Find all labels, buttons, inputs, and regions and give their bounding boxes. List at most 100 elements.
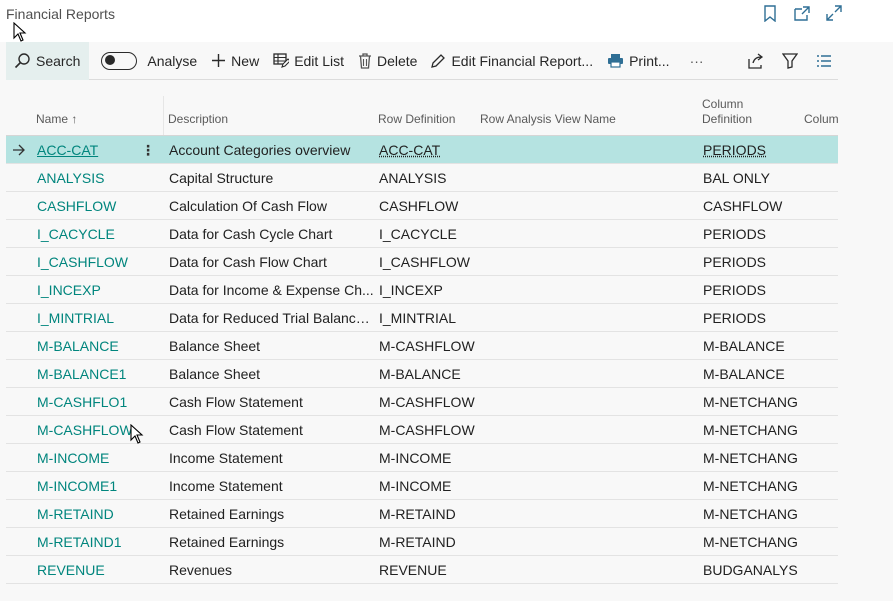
row-definition-value: M-BALANCE	[379, 366, 461, 382]
report-name-link[interactable]: M-RETAIND	[37, 500, 137, 528]
expand-icon[interactable]	[825, 4, 843, 22]
row-actions-icon[interactable]: ⋮	[140, 136, 156, 164]
report-description: Income Statement	[169, 450, 283, 466]
table-row[interactable]: ANALYSIS Capital Structure ANALYSIS BAL ONL…	[6, 164, 838, 192]
filter-icon[interactable]	[780, 51, 800, 71]
more-options-button[interactable]: ···	[683, 42, 711, 80]
delete-button[interactable]: Delete	[351, 42, 424, 80]
report-description: Capital Structure	[169, 170, 274, 186]
table-row[interactable]: M-RETAIND Retained Earnings M-RETAIND M-NET…	[6, 500, 838, 528]
report-description: Data for Cash Flow Chart	[169, 254, 327, 270]
report-name-link[interactable]: M-CASHFLOW	[37, 416, 137, 444]
row-analysis-view-value	[480, 332, 700, 360]
report-name-link[interactable]: I_CACYCLE	[37, 220, 137, 248]
table-row[interactable]: M-BALANCE Balance Sheet M-CASHFLOW M-BALANC…	[6, 332, 838, 360]
column-header-column-definition[interactable]: Column Definition	[702, 97, 752, 127]
table-row[interactable]: CASHFLOW Calculation Of Cash Flow CASHFLOW…	[6, 192, 838, 220]
table-row[interactable]: I_MINTRIAL Data for Reduced Trial Balance…	[6, 304, 838, 332]
row-analysis-view-value	[480, 164, 700, 192]
trash-icon	[359, 52, 371, 69]
column-header-truncated[interactable]: Colum	[804, 112, 839, 127]
report-description: Revenues	[169, 562, 233, 578]
report-description: Data for Cash Cycle Chart	[169, 226, 333, 242]
column-header-column-definition-line2: Definition	[702, 112, 753, 126]
table-row[interactable]: M-RETAIND1 Retained Earnings M-RETAIND M-NE…	[6, 528, 838, 556]
column-header-description[interactable]: Description	[168, 112, 228, 127]
report-name-link[interactable]: ANALYSIS	[37, 164, 137, 192]
report-description: Cash Flow Statement	[169, 394, 303, 410]
report-name-link[interactable]: CASHFLOW	[37, 192, 137, 220]
report-description: Retained Earnings	[169, 506, 285, 522]
table-row[interactable]: M-CASHFLO1 Cash Flow Statement M-CASHFLOW M…	[6, 388, 838, 416]
row-definition-value: M-RETAIND	[379, 534, 456, 550]
report-name-link[interactable]: M-INCOME	[37, 444, 137, 472]
table-row[interactable]: I_CACYCLE Data for Cash Cycle Chart I_CACY…	[6, 220, 838, 248]
list-view-icon[interactable]	[814, 51, 834, 71]
row-analysis-view-value	[480, 304, 700, 332]
search-button[interactable]: Search	[6, 41, 90, 80]
row-definition-value: I_CASHFLOW	[379, 254, 471, 270]
page-header: Financial Reports	[0, 0, 893, 42]
report-name-link[interactable]: M-RETAIND1	[37, 528, 137, 556]
column-definition-value: PERIODS	[703, 226, 767, 242]
search-icon	[14, 53, 30, 69]
report-description: Data for Income & Expense Ch...	[169, 282, 374, 298]
report-name-link[interactable]: I_MINTRIAL	[37, 304, 137, 332]
column-definition-value: M-NETCHANG	[703, 450, 798, 466]
share-icon[interactable]	[746, 51, 766, 71]
table-row[interactable]: ⋮ ACC-CAT Account Categories overview ACC-C…	[6, 136, 838, 164]
row-analysis-view-value	[480, 248, 700, 276]
table-row[interactable]: I_INCEXP Data for Income & Expense Ch... I…	[6, 276, 838, 304]
new-button[interactable]: New	[204, 42, 266, 80]
table-row[interactable]: I_CASHFLOW Data for Cash Flow Chart I_CASH…	[6, 248, 838, 276]
row-definition-value: M-CASHFLOW	[379, 338, 475, 354]
edit-list-button[interactable]: Edit List	[266, 42, 351, 80]
table-row[interactable]: M-BALANCE1 Balance Sheet M-BALANCE M-BALANC…	[6, 360, 838, 388]
report-name-link[interactable]: M-INCOME1	[37, 472, 137, 500]
column-definition-value: BAL ONLY	[703, 170, 770, 186]
column-header-name[interactable]: Name ↑	[36, 112, 77, 127]
bookmark-icon[interactable]	[761, 4, 779, 22]
report-name-link[interactable]: REVENUE	[37, 556, 137, 584]
edit-financial-report-label: Edit Financial Report...	[451, 52, 594, 69]
column-header-row-definition[interactable]: Row Definition	[378, 112, 455, 127]
column-definition-value: M-NETCHANG	[703, 394, 798, 410]
report-name-link[interactable]: ACC-CAT	[37, 136, 137, 164]
row-definition-value: M-CASHFLOW	[379, 394, 475, 410]
page-title: Financial Reports	[6, 6, 115, 22]
table-row[interactable]: REVENUE Revenues REVENUE BUDGANALYS	[6, 556, 838, 584]
report-name-link[interactable]: I_CASHFLOW	[37, 248, 137, 276]
mouse-cursor-icon	[13, 22, 27, 42]
edit-list-icon	[273, 53, 290, 68]
column-divider	[163, 96, 164, 135]
report-name-link[interactable]: M-BALANCE	[37, 332, 137, 360]
row-definition-value: M-RETAIND	[379, 506, 456, 522]
report-description: Retained Earnings	[169, 534, 285, 550]
open-new-window-icon[interactable]	[793, 4, 811, 22]
toggle-switch[interactable]	[101, 51, 138, 70]
column-header-row-analysis-view-name[interactable]: Row Analysis View Name	[480, 112, 616, 127]
report-name-link[interactable]: I_INCEXP	[37, 276, 137, 304]
more-label: ···	[689, 52, 704, 69]
report-name-link[interactable]: M-BALANCE1	[37, 360, 137, 388]
edit-financial-report-button[interactable]: Edit Financial Report...	[424, 42, 600, 80]
row-analysis-view-value	[480, 500, 700, 528]
table-row[interactable]: M-INCOME1 Income Statement M-INCOME M-NETCH…	[6, 472, 838, 500]
table-row[interactable]: M-INCOME Income Statement M-INCOME M-NETCHA…	[6, 444, 838, 472]
column-definition-value: M-BALANCE	[703, 366, 785, 382]
report-name-link[interactable]: M-CASHFLO1	[37, 388, 137, 416]
row-definition-value: I_INCEXP	[379, 282, 443, 298]
report-description: Data for Reduced Trial Balance ...	[169, 310, 375, 326]
row-selected-arrow-icon	[12, 136, 30, 164]
analyse-toggle[interactable]: Analyse	[94, 42, 204, 80]
print-button[interactable]: Print...	[600, 42, 676, 80]
grid-header: Name ↑ Description Row Definition Row An…	[6, 88, 839, 136]
column-definition-value: M-BALANCE	[703, 338, 785, 354]
row-definition-value: I_CACYCLE	[379, 226, 457, 242]
printer-icon	[608, 54, 624, 68]
report-description: Balance Sheet	[169, 338, 261, 354]
pencil-icon	[431, 54, 446, 68]
action-bar-right	[746, 42, 834, 80]
report-description: Calculation Of Cash Flow	[169, 198, 327, 214]
column-definition-value: PERIODS	[703, 282, 767, 298]
